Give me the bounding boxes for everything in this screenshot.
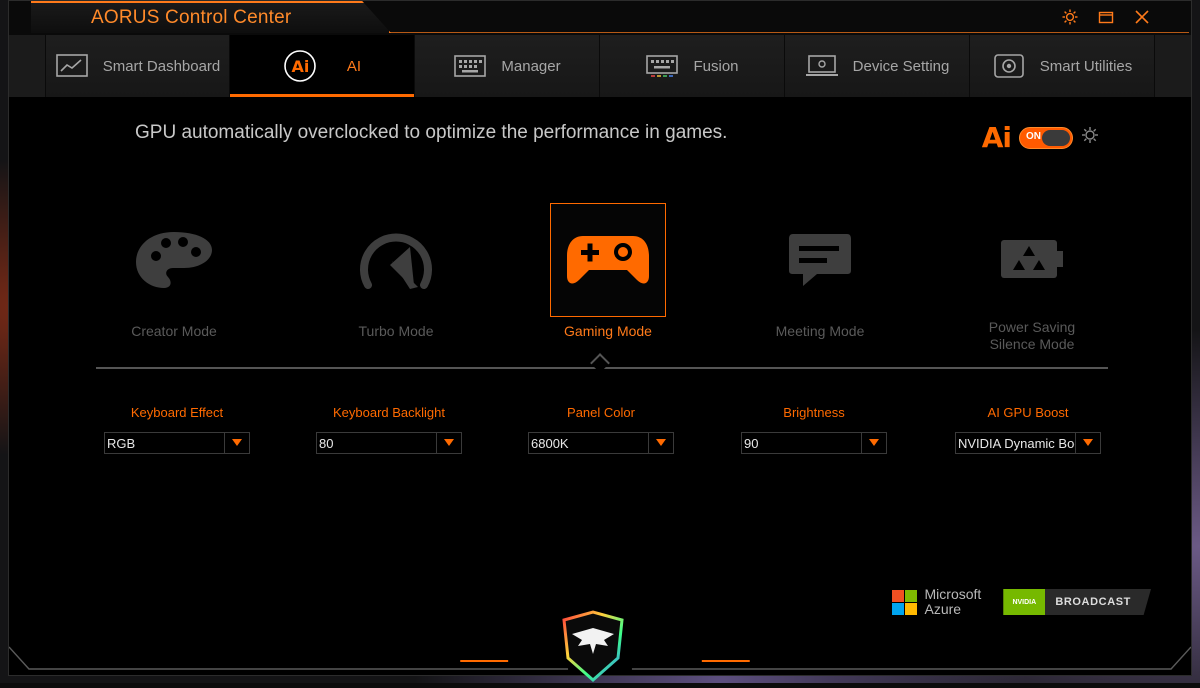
dashboard-icon — [55, 53, 89, 79]
mode-turbo[interactable]: Turbo Mode — [337, 203, 455, 353]
tab-label: Device Setting — [852, 57, 950, 75]
keyboard-backlight-select[interactable]: 80 — [316, 432, 462, 454]
panel-color-select[interactable]: 6800K — [528, 432, 674, 454]
microsoft-azure-logo: Microsoft Azure — [891, 586, 982, 617]
title-accent-line — [389, 32, 1189, 33]
setting-keyboard-backlight: Keyboard Backlight 80 — [316, 405, 462, 454]
palette-icon — [116, 203, 232, 317]
select-value: RGB — [107, 435, 136, 451]
setting-label: Brightness — [783, 405, 845, 420]
tab-device-setting[interactable]: Device Setting — [785, 35, 970, 97]
toggle-knob — [1042, 129, 1070, 146]
select-value: 6800K — [531, 435, 569, 451]
toggle-state: ON — [1026, 130, 1041, 142]
laptop-icon — [805, 53, 839, 79]
tab-ai[interactable]: Ai AI — [230, 35, 415, 97]
setting-label: AI GPU Boost — [987, 405, 1069, 420]
select-value: NVIDIA Dynamic Boost — [958, 435, 1076, 451]
app-window: AORUS Control Center Smart Dashboard Ai — [8, 0, 1192, 676]
ai-logo: Ai — [981, 121, 1012, 154]
mode-meeting[interactable]: Meeting Mode — [761, 203, 879, 353]
mode-label: Meeting Mode — [775, 323, 865, 339]
ai-mode-selector: Creator Mode Turbo Mode Gaming Mode Meet… — [89, 203, 1129, 363]
mode-gaming[interactable]: Gaming Mode — [549, 203, 667, 353]
setting-label: Keyboard Effect — [130, 405, 224, 420]
partner-logos: Microsoft Azure NVIDIA BROADCAST — [891, 586, 1151, 617]
main-tab-bar: Smart Dashboard Ai AI Manager Fusion Dev… — [9, 35, 1191, 97]
setting-ai-gpu-boost: AI GPU Boost NVIDIA Dynamic Boost — [955, 405, 1101, 454]
nvidia-broadcast-badge: NVIDIA BROADCAST — [1003, 589, 1151, 615]
select-value: 90 — [744, 435, 759, 451]
settings-icon[interactable] — [1061, 8, 1079, 26]
dropdown-arrow-icon[interactable] — [648, 433, 673, 453]
tab-smart-dashboard[interactable]: Smart Dashboard — [45, 35, 230, 97]
title-bar[interactable]: AORUS Control Center — [9, 1, 1191, 35]
ai-toggle-group: Ai ON — [982, 121, 1099, 154]
setting-label: Panel Color — [567, 405, 635, 420]
mode-power-saving[interactable]: Power Saving Silence Mode — [973, 203, 1091, 353]
gamepad-icon — [550, 203, 666, 317]
tab-label: Smart Dashboard — [102, 57, 221, 75]
ai-gpu-boost-select[interactable]: NVIDIA Dynamic Boost — [955, 432, 1101, 454]
restore-icon[interactable] — [1097, 8, 1115, 26]
tab-label: AI — [346, 57, 362, 75]
tab-label: Smart Utilities — [1039, 57, 1133, 75]
nvidia-broadcast-text: BROADCAST — [1055, 596, 1131, 608]
keyboard-manager-icon — [453, 53, 487, 79]
tab-label: Manager — [501, 57, 561, 75]
chat-icon — [762, 203, 878, 317]
mode-settings-panel: Keyboard Effect RGB Keyboard Backlight 8… — [104, 405, 1124, 465]
brightness-select[interactable]: 90 — [741, 432, 887, 454]
mode-label: Power Saving Silence Mode — [988, 319, 1076, 352]
microsoft-logo-icon — [891, 589, 917, 615]
aorus-eagle-emblem-icon — [558, 610, 628, 683]
select-value: 80 — [319, 435, 334, 451]
utilities-icon — [992, 53, 1026, 79]
close-icon[interactable] — [1133, 8, 1151, 26]
setting-keyboard-effect: Keyboard Effect RGB — [104, 405, 250, 454]
dropdown-arrow-icon[interactable] — [224, 433, 249, 453]
ai-power-toggle[interactable]: ON — [1019, 126, 1073, 149]
nvidia-logo-icon: NVIDIA — [1003, 589, 1046, 615]
battery-recycle-icon — [974, 203, 1090, 313]
dropdown-arrow-icon[interactable] — [861, 433, 886, 453]
dropdown-arrow-icon[interactable] — [1075, 433, 1100, 453]
setting-label: Keyboard Backlight — [332, 405, 445, 420]
microsoft-azure-text: Microsoft Azure — [924, 586, 982, 617]
ai-icon: Ai — [283, 50, 317, 82]
mode-label: Creator Mode — [131, 323, 217, 339]
ai-settings-gear-icon[interactable] — [1081, 126, 1099, 149]
mode-label: Gaming Mode — [564, 323, 652, 339]
tab-label: Fusion — [693, 57, 739, 75]
keyboard-effect-select[interactable]: RGB — [104, 432, 250, 454]
rgb-keyboard-icon — [645, 53, 679, 79]
mode-creator[interactable]: Creator Mode — [115, 203, 233, 353]
tab-fusion[interactable]: Fusion — [600, 35, 785, 97]
speedometer-icon — [338, 203, 454, 317]
dropdown-arrow-icon[interactable] — [436, 433, 461, 453]
tab-manager[interactable]: Manager — [415, 35, 600, 97]
mode-label: Turbo Mode — [358, 323, 434, 339]
app-title: AORUS Control Center — [91, 7, 292, 28]
window-controls — [1061, 8, 1151, 26]
setting-brightness: Brightness 90 — [741, 405, 887, 454]
svg-text:Ai: Ai — [291, 57, 309, 76]
ai-mode-description: GPU automatically overclocked to optimiz… — [135, 122, 728, 143]
tab-smart-utilities[interactable]: Smart Utilities — [970, 35, 1155, 97]
setting-panel-color: Panel Color 6800K — [528, 405, 674, 454]
